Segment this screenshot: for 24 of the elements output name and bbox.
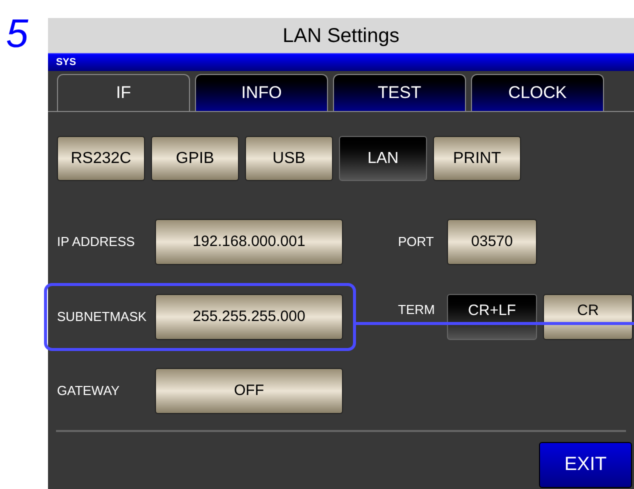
interface-button[interactable]: USB — [245, 136, 333, 181]
gateway-field[interactable]: OFF — [155, 368, 343, 414]
tab[interactable]: CLOCK — [471, 74, 604, 111]
interface-button[interactable]: GPIB — [151, 136, 239, 181]
ip-address-field[interactable]: 192.168.000.001 — [155, 219, 343, 265]
setting-label: IP ADDRESS — [57, 233, 136, 252]
exit-button[interactable]: EXIT — [539, 442, 632, 488]
term-option[interactable]: CR — [543, 294, 633, 340]
setting-label: PORT — [398, 233, 435, 252]
interface-button[interactable]: PRINT — [433, 136, 521, 181]
setting-label: TERM — [398, 301, 436, 320]
step-number: 5 — [6, 12, 28, 56]
port-field[interactable]: 03570 — [447, 219, 537, 265]
setting-label: GATEWAY — [57, 382, 121, 400]
header-bar: SYS — [48, 53, 634, 71]
setting-label: SUBNETMASK — [57, 308, 148, 326]
tab[interactable]: INFO — [195, 74, 328, 111]
interface-button[interactable]: RS232C — [57, 136, 145, 181]
tab[interactable]: TEST — [333, 74, 466, 111]
term-option[interactable]: CR+LF — [447, 294, 537, 340]
tab[interactable]: IF — [57, 74, 190, 111]
window-title: LAN Settings — [48, 18, 634, 53]
subnetmask-field[interactable]: 255.255.255.000 — [155, 294, 343, 340]
interface-button[interactable]: LAN — [339, 136, 427, 181]
